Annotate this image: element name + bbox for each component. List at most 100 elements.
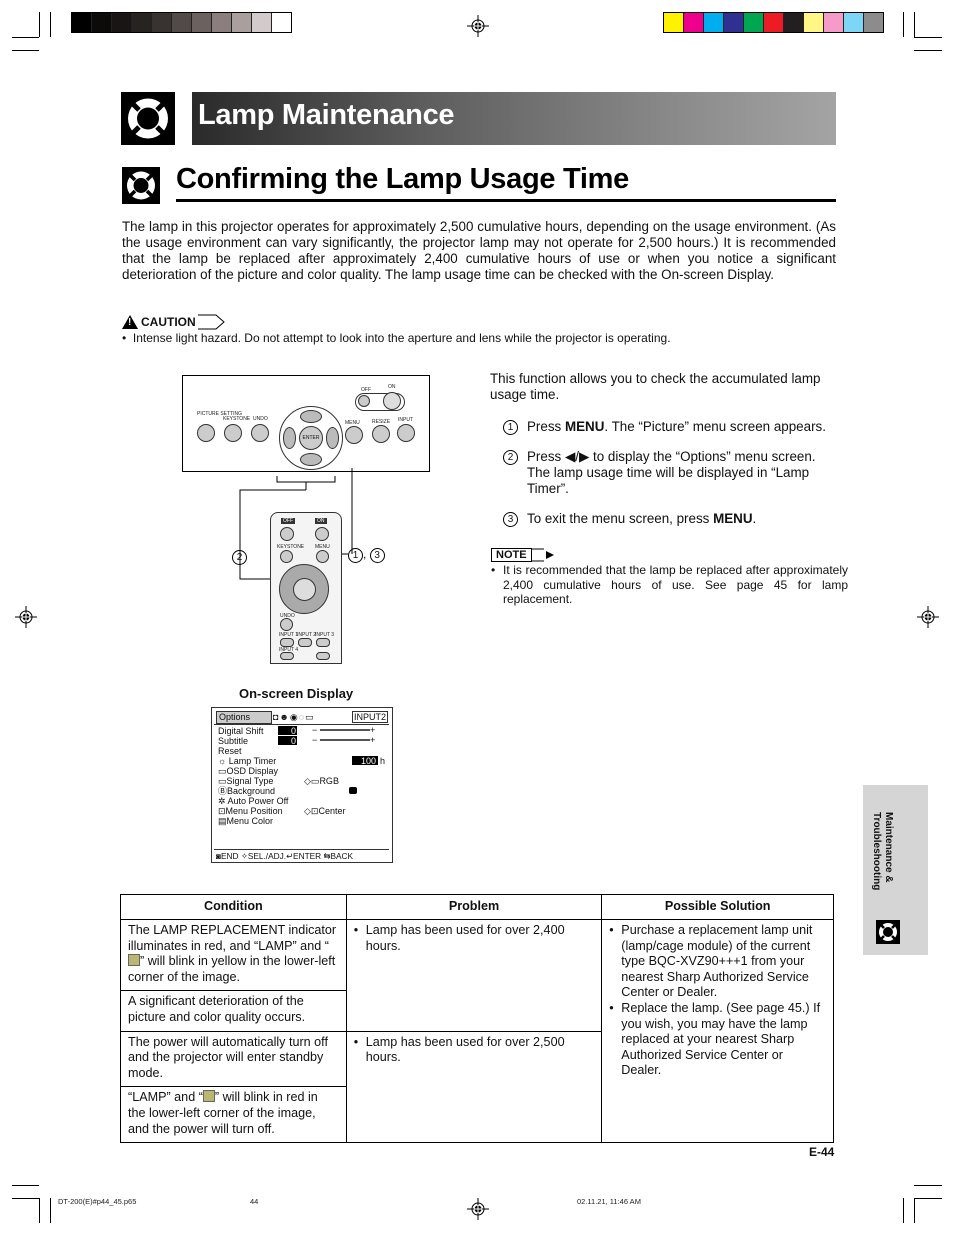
osd-row-menu-position: ⊡Menu Position (218, 806, 283, 816)
remote-keystone-button (280, 550, 293, 563)
remote-digital-shift-button (316, 652, 330, 660)
lamp-indicator-icon (128, 954, 140, 967)
condition-cell: “LAMP” and “” will blink in red in the l… (120, 1086, 347, 1144)
osd-row-digital-shift: Digital Shift (218, 726, 264, 736)
lifebuoy-icon (122, 167, 160, 204)
osd-caption: On-screen Display (239, 686, 354, 701)
color-swatch (272, 13, 291, 32)
process-color-bar (663, 12, 884, 33)
section-title: Lamp Maintenance (198, 99, 455, 131)
caution-text: • Intense light hazard. Do not attempt t… (122, 331, 671, 345)
osd-tab-icons: ◘☻◉◌▭ (273, 712, 315, 722)
arrow-tag-icon (197, 314, 225, 330)
color-swatch (704, 13, 724, 32)
footer-timestamp: 02.11.21, 11:46 AM (577, 1197, 641, 1206)
remote-off-button (280, 527, 294, 541)
osd-row-lamp-timer: ☼ Lamp Timer (218, 756, 277, 766)
color-swatch (744, 13, 764, 32)
remote-control-diagram: OFF ON KEYSTONE MENU UNDO INPUT 1 INPUT … (270, 512, 342, 664)
keystone-button (224, 424, 242, 442)
input-button (397, 424, 415, 442)
osd-row-signal-type: ▭Signal Type (218, 776, 274, 786)
color-swatch (112, 13, 132, 32)
gray-color-bar (71, 12, 292, 33)
color-swatch (152, 13, 172, 32)
color-swatch (132, 13, 152, 32)
color-swatch (684, 13, 704, 32)
remote-input2-button (298, 638, 312, 647)
osd-row-auto-power-off: ✲ Auto Power Off (218, 796, 289, 806)
column-header: Problem (345, 894, 603, 920)
page-number: E-44 (809, 1145, 835, 1159)
osd-footer: ◙END ✧SEL./ADJ.↵ENTER ⇆BACK (216, 851, 354, 861)
problem-cell: Lamp has been used for over 2,400 hours. (345, 919, 603, 1032)
color-swatch (72, 13, 92, 32)
osd-row-menu-color: ▤Menu Color (218, 816, 274, 826)
solution-cell: Purchase a replacement lamp unit (lamp/c… (601, 918, 834, 1144)
power-off-button (358, 395, 370, 407)
power-on-button (383, 392, 401, 410)
remote-direction-pad (279, 564, 329, 614)
registration-mark-icon (15, 606, 37, 628)
registration-mark-icon (467, 15, 489, 37)
step-1: 1 Press MENU. The “Picture” menu screen a… (490, 419, 836, 435)
color-swatch (192, 13, 212, 32)
footer-filename: DT-200(E)#p44_45.p65 (58, 1197, 137, 1206)
remote-undo-button (280, 618, 293, 631)
resize-button (372, 425, 390, 443)
table-row: The LAMP REPLACEMENT indicator illuminat… (120, 918, 834, 1144)
color-swatch (212, 13, 232, 32)
warning-icon (122, 315, 138, 329)
undo-button (251, 424, 269, 442)
osd-row-osd-display: ▭OSD Display (218, 766, 279, 776)
osd-options-tab: Options (216, 711, 272, 724)
condition-cell: A significant deterioration of the pictu… (120, 990, 347, 1032)
color-swatch (864, 13, 883, 32)
callout-steps-1-3: 1, 3 (348, 547, 385, 563)
osd-row-background: ⒷBackground (218, 786, 276, 796)
lifebuoy-icon (876, 920, 900, 944)
caution-label: CAUTION (122, 314, 226, 330)
color-swatch (92, 13, 112, 32)
title-rule (176, 199, 836, 202)
lamp-indicator-icon (202, 1090, 215, 1103)
lifebuoy-icon (121, 92, 175, 145)
color-swatch (724, 13, 744, 32)
color-swatch (804, 13, 824, 32)
color-swatch (172, 13, 192, 32)
menu-button (345, 426, 363, 444)
on-screen-display: Options ◘☻◉◌▭ INPUT2 Digital Shift 0 − +… (211, 707, 393, 863)
remote-on-button (315, 527, 329, 541)
projector-panel-diagram: OFF ON PICTURE SETTING KEYSTONE UNDO ENT… (182, 375, 430, 472)
step-2: 2 Press ◀/▶ to display the “Options” menu… (490, 449, 836, 497)
note-text: It is recommended that the lamp be repla… (491, 563, 848, 607)
lamp-timer-value: 100 (352, 756, 378, 766)
color-swatch (764, 13, 784, 32)
osd-input-indicator: INPUT2 (352, 711, 389, 724)
condition-cell: The LAMP REPLACEMENT indicator illuminat… (120, 918, 347, 992)
problem-cell: Lamp has been used for over 2,500 hours. (345, 1030, 603, 1144)
color-swatch (824, 13, 844, 32)
osd-row-subtitle: Subtitle (218, 736, 249, 746)
remote-input1-button (280, 638, 294, 647)
lamp-condition-table: Condition Problem Possible Solution The … (120, 894, 834, 1144)
remote-menu-button (316, 550, 329, 563)
osd-row-reset: Reset (218, 746, 242, 756)
condition-cell: The power will automatically turn off an… (120, 1030, 347, 1088)
registration-mark-icon (917, 606, 939, 628)
callout-step-2: 2 (232, 547, 247, 565)
color-swatch (232, 13, 252, 32)
note-label: NOTE (491, 548, 556, 562)
column-header: Possible Solution (601, 894, 834, 920)
table-header-row: Condition Problem Possible Solution (120, 894, 834, 920)
instructions: This function allows you to check the ac… (490, 371, 836, 527)
registration-mark-icon (467, 1198, 489, 1220)
subsection-title: Confirming the Lamp Usage Time (176, 163, 629, 195)
instructions-lead: This function allows you to check the ac… (490, 371, 821, 402)
arrow-tag-icon (531, 548, 554, 562)
picture-setting-button (197, 424, 215, 442)
color-swatch (844, 13, 864, 32)
remote-input3-button (316, 638, 330, 647)
footer-page: 44 (250, 1197, 259, 1206)
color-swatch (252, 13, 272, 32)
